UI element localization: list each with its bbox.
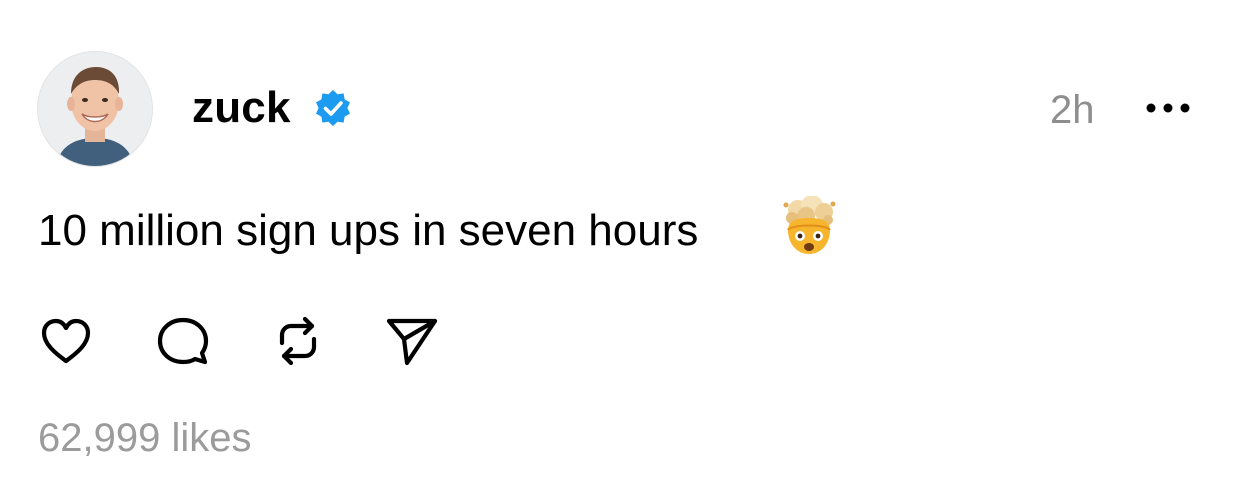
likes-count[interactable]: 62,999 likes <box>38 414 251 462</box>
thread-post: zuck 2h 10 million sign ups in seven hou… <box>0 0 1242 482</box>
comment-icon[interactable] <box>155 313 211 369</box>
more-options-icon[interactable] <box>1143 96 1193 120</box>
verified-badge-icon <box>316 90 350 126</box>
exploding-head-emoji-icon <box>783 196 836 254</box>
post-timestamp: 2h <box>1050 88 1095 132</box>
post-body-text: 10 million sign ups in seven hours <box>38 206 699 255</box>
avatar[interactable] <box>38 52 152 166</box>
repost-icon[interactable] <box>270 313 326 369</box>
profile-photo-icon <box>38 52 152 166</box>
heart-icon[interactable] <box>38 313 94 369</box>
share-icon[interactable] <box>384 313 440 369</box>
username[interactable]: zuck <box>192 82 291 134</box>
